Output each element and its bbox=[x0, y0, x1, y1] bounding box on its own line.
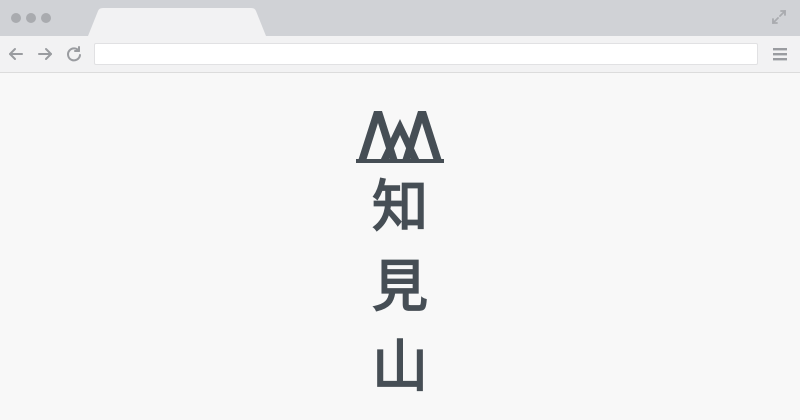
title-bar bbox=[0, 0, 800, 36]
close-window-button[interactable] bbox=[11, 13, 21, 23]
address-bar[interactable] bbox=[94, 43, 758, 65]
browser-window: 知 見 山 bbox=[0, 0, 800, 420]
zoom-window-button[interactable] bbox=[41, 13, 51, 23]
mountain-logo-icon bbox=[356, 111, 444, 163]
brand-char-2: 見 bbox=[372, 254, 428, 320]
forward-arrow-icon[interactable] bbox=[36, 45, 54, 63]
minimize-window-button[interactable] bbox=[26, 13, 36, 23]
brand-char-1: 知 bbox=[372, 174, 428, 240]
brand-char-3: 山 bbox=[372, 334, 428, 400]
reload-icon[interactable] bbox=[65, 45, 83, 63]
tab-shape bbox=[88, 8, 266, 36]
browser-toolbar bbox=[0, 36, 800, 73]
page-viewport: 知 見 山 bbox=[0, 73, 800, 420]
window-controls bbox=[11, 13, 51, 23]
hamburger-menu-icon[interactable] bbox=[772, 45, 788, 63]
active-tab[interactable] bbox=[88, 8, 266, 36]
back-arrow-icon[interactable] bbox=[7, 45, 25, 63]
expand-icon[interactable] bbox=[770, 8, 788, 26]
